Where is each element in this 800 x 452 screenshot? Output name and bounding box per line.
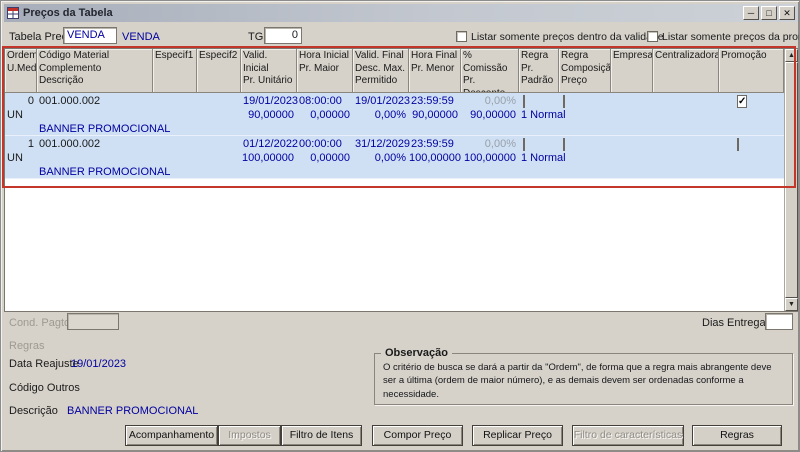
cell-umed: UN: [7, 152, 23, 164]
cell-codigo-material: 001.000.002: [39, 138, 101, 150]
table-row[interactable]: 1 001.000.002 01/12/2022 00:00:00 31/12/…: [5, 136, 784, 179]
column-header-especif2[interactable]: Especif2: [197, 49, 241, 93]
cell-pr-unitario: 100,00000: [242, 152, 294, 164]
data-reajuste-value: 19/01/2023: [71, 358, 127, 370]
cell-hora-inicial: 08:00:00: [299, 95, 342, 107]
cell-desc-max: 0,00%: [374, 109, 406, 121]
cell-pr-desconto: 90,00000: [470, 109, 516, 121]
regra-padrao-checkbox[interactable]: [523, 138, 525, 151]
cell-desc-max: 0,00%: [374, 152, 406, 164]
scrollbar-thumb[interactable]: [785, 62, 798, 298]
column-header-codigo-material[interactable]: Código Material Complemento Descrição: [37, 49, 153, 93]
regras-button[interactable]: Regras: [692, 425, 782, 446]
filtro-de-caracteristicas-button: Filtro de características: [572, 425, 684, 446]
promocao-filter-checkbox[interactable]: [647, 31, 658, 42]
cell-regra: 1 Normal: [521, 152, 566, 164]
table-row[interactable]: 0 001.000.002 19/01/2023 08:00:00 19/01/…: [5, 93, 784, 136]
scroll-up-icon[interactable]: ▲: [785, 49, 798, 62]
cell-codigo-material: 001.000.002: [39, 95, 101, 107]
promocao-filter-label[interactable]: Listar somente preços da promoção: [662, 31, 799, 43]
validade-filter-checkbox[interactable]: [456, 31, 467, 42]
column-header-regra-padrao[interactable]: Regra Pr. Padrão: [519, 49, 559, 93]
close-button[interactable]: ✕: [779, 6, 795, 20]
cell-pr-desconto: 100,00000: [464, 152, 516, 164]
compor-preco-button[interactable]: Compor Preço: [372, 425, 463, 446]
tg-input[interactable]: 0: [264, 27, 302, 44]
prices-grid: Ordem U.Med. Código Material Complemento…: [4, 48, 798, 312]
cell-valid-inicial: 01/12/2022: [243, 138, 299, 150]
cell-umed: UN: [7, 109, 23, 121]
column-header-ordem-umed[interactable]: Ordem U.Med.: [5, 49, 37, 93]
promocao-checkbox[interactable]: ✓: [737, 95, 748, 108]
grid-rows: 0 001.000.002 19/01/2023 08:00:00 19/01/…: [5, 93, 784, 179]
cell-ordem: 0: [27, 95, 34, 107]
replicar-preco-button[interactable]: Replicar Preço: [472, 425, 563, 446]
vertical-scrollbar[interactable]: ▲ ▼: [784, 49, 798, 311]
descricao-value: BANNER PROMOCIONAL: [67, 405, 199, 417]
impostos-button: Impostos: [218, 425, 281, 446]
maximize-button[interactable]: □: [761, 6, 777, 20]
observacao-text: O critério de busca se dará a partir da …: [383, 362, 772, 400]
column-header-hora-inicial[interactable]: Hora Inicial Pr. Maior: [297, 49, 353, 93]
column-header-promocao[interactable]: Promoção: [719, 49, 784, 93]
cond-pagto-field: [67, 313, 119, 330]
regra-padrao-checkbox[interactable]: [523, 95, 525, 108]
column-header-valid-inicial[interactable]: Valid. Inicial Pr. Unitário: [241, 49, 297, 93]
column-header-regra-composicao[interactable]: Regra Composição Preço: [559, 49, 611, 93]
regra-composicao-checkbox[interactable]: [563, 95, 565, 108]
tabela-preco-value: VENDA: [67, 29, 105, 41]
dias-entrega-field[interactable]: [765, 313, 793, 330]
data-reajuste-label: Data Reajuste: [9, 358, 79, 370]
window-title: Preços da Tabela: [23, 7, 113, 19]
cell-comissao: 0,00%: [484, 138, 516, 150]
acompanhamento-button[interactable]: Acompanhamento: [125, 425, 218, 446]
cell-pr-maior: 0,00000: [310, 109, 350, 121]
validade-filter-label[interactable]: Listar somente preços dentro da validade: [471, 31, 664, 43]
app-icon[interactable]: [7, 7, 19, 19]
minimize-button[interactable]: ─: [743, 6, 759, 20]
cell-comissao: 0,00%: [484, 95, 516, 107]
cell-ordem: 1: [27, 138, 34, 150]
filtro-de-itens-button[interactable]: Filtro de Itens: [281, 425, 362, 446]
column-header-empresa[interactable]: Empresa: [611, 49, 653, 93]
cell-valid-final: 31/12/2029: [355, 138, 411, 150]
scroll-down-icon[interactable]: ▼: [785, 298, 798, 311]
tg-value: 0: [291, 29, 298, 41]
cell-pr-menor: 90,00000: [412, 109, 458, 121]
cell-descricao: BANNER PROMOCIONAL: [39, 123, 171, 135]
cell-hora-inicial: 00:00:00: [299, 138, 342, 150]
column-header-centralizadora[interactable]: Centralizadora: [653, 49, 719, 93]
cell-regra: 1 Normal: [521, 109, 566, 121]
column-header-valid-final[interactable]: Valid. Final Desc. Max. Permitido: [353, 49, 409, 93]
cell-valid-final: 19/01/2023: [355, 95, 411, 107]
dias-entrega-label: Dias Entrega: [702, 317, 766, 329]
cell-hora-final: 23:59:59: [411, 95, 454, 107]
cell-pr-menor: 100,00000: [409, 152, 461, 164]
tg-label: TG: [248, 31, 264, 43]
promocao-checkbox[interactable]: [737, 138, 739, 151]
titlebar: Preços da Tabela ─ □ ✕: [4, 4, 798, 22]
descricao-label: Descrição: [9, 405, 58, 417]
regras-label: Regras: [9, 340, 45, 352]
cond-pagto-label: Cond. Pagto.: [9, 317, 74, 329]
observacao-groupbox: Observação O critério de busca se dará a…: [374, 347, 793, 405]
cell-valid-inicial: 19/01/2023: [243, 95, 299, 107]
tabela-preco-input[interactable]: VENDA: [63, 27, 117, 44]
cell-descricao: BANNER PROMOCIONAL: [39, 166, 171, 178]
column-header-hora-final[interactable]: Hora Final Pr. Menor: [409, 49, 461, 93]
observacao-title: Observação: [381, 347, 452, 359]
cell-pr-unitario: 90,00000: [248, 109, 294, 121]
regra-composicao-checkbox[interactable]: [563, 138, 565, 151]
tabela-preco-description: VENDA: [122, 31, 160, 43]
codigo-outros-label: Código Outros: [9, 382, 80, 394]
window-precos-da-tabela: Preços da Tabela ─ □ ✕ Tabela Preço VEND…: [0, 0, 800, 452]
column-header-comissao[interactable]: % Comissão Pr. Desconto: [461, 49, 519, 93]
column-header-especif1[interactable]: Especif1: [153, 49, 197, 93]
cell-hora-final: 23:59:59: [411, 138, 454, 150]
cell-pr-maior: 0,00000: [310, 152, 350, 164]
grid-header: Ordem U.Med. Código Material Complemento…: [5, 49, 784, 93]
